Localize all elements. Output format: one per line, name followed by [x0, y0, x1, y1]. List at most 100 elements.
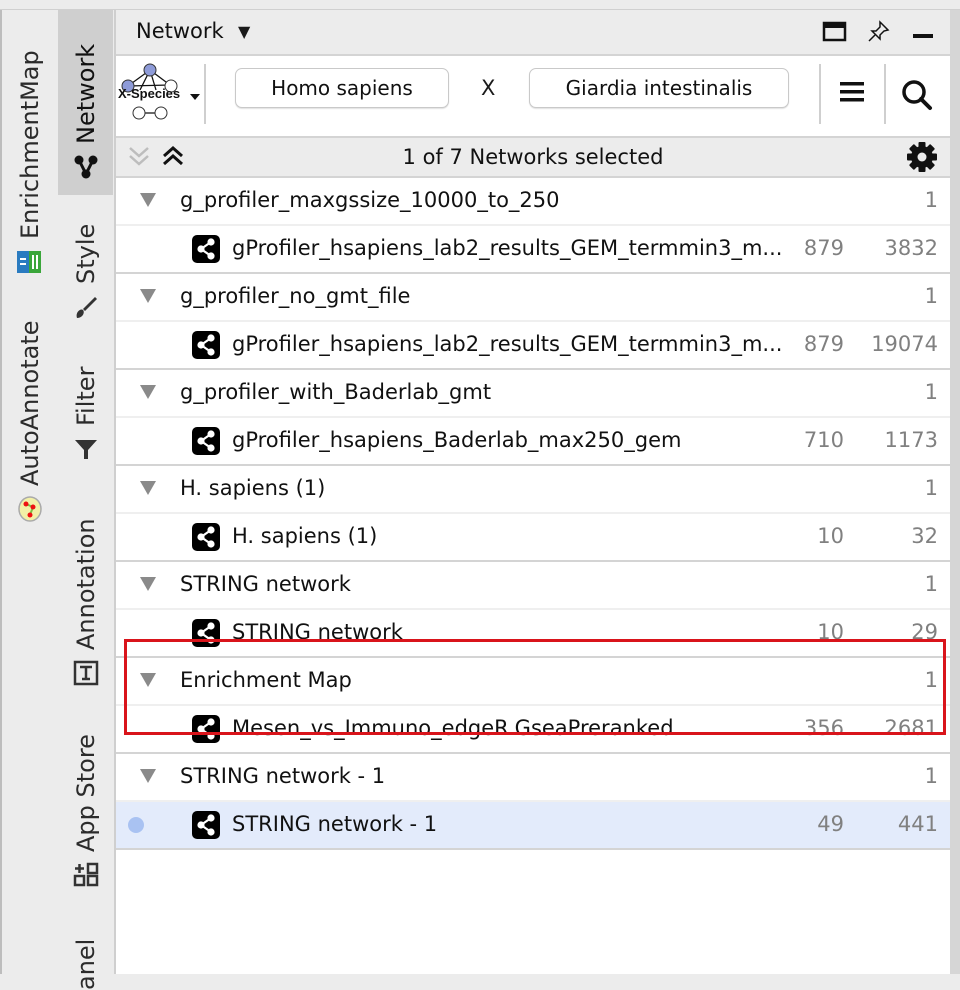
- network-name: gProfiler_hsapiens_Baderlab_max250_gem: [232, 428, 682, 452]
- hamburger-menu-icon[interactable]: [838, 80, 866, 104]
- tab-panel-partial[interactable]: anel: [72, 939, 100, 990]
- selection-bar: 1 of 7 Networks selected: [116, 138, 950, 178]
- share-network-icon: [192, 619, 220, 647]
- network-tree: g_profiler_maxgssize_10000_to_250 1 gPro…: [116, 178, 950, 850]
- network-edge-count: 1173: [884, 428, 938, 452]
- tree-network-row[interactable]: STRING network - 1 49 441: [116, 802, 950, 850]
- tab-filter[interactable]: Filter: [72, 367, 100, 462]
- group-name: STRING network - 1: [180, 764, 386, 788]
- tree-group-row[interactable]: g_profiler_with_Baderlab_gmt 1: [116, 370, 950, 418]
- group-name: Enrichment Map: [180, 668, 352, 692]
- tab-style-label: Style: [72, 223, 100, 284]
- scrollbar-track[interactable]: [950, 10, 960, 974]
- tab-style[interactable]: Style: [72, 224, 100, 320]
- expand-triangle-icon[interactable]: [140, 673, 156, 687]
- share-network-icon: [192, 811, 220, 839]
- expand-triangle-icon[interactable]: [140, 289, 156, 303]
- current-network-indicator: [128, 817, 144, 833]
- network-icon: [73, 154, 99, 180]
- share-network-icon: [192, 235, 220, 263]
- filter-icon: [73, 436, 99, 462]
- tab-panel-partial-label: anel: [72, 938, 100, 990]
- search-icon[interactable]: [900, 78, 934, 112]
- tree-network-row[interactable]: H. sapiens (1) 10 32: [116, 514, 950, 562]
- expand-triangle-icon[interactable]: [140, 769, 156, 783]
- tree-network-row[interactable]: Mesen_vs_Immuno_edgeR.GseaPreranked 356 …: [116, 706, 950, 754]
- tree-network-row[interactable]: gProfiler_hsapiens_Baderlab_max250_gem 7…: [116, 418, 950, 466]
- tab-app-store[interactable]: App Store: [72, 734, 100, 888]
- share-network-icon: [192, 331, 220, 359]
- network-edge-count: 32: [911, 524, 938, 548]
- network-node-count: 356: [803, 716, 844, 740]
- toolbar-separator: [819, 64, 821, 124]
- network-name: STRING network: [232, 620, 403, 644]
- tab-network[interactable]: Network: [72, 44, 100, 180]
- gear-icon[interactable]: [906, 141, 938, 173]
- network-name: H. sapiens (1): [232, 524, 378, 548]
- tab-autoannotate[interactable]: AutoAnnotate: [16, 320, 44, 522]
- toolbar: X-Species Homo sapiens X Giardia intesti…: [116, 56, 950, 138]
- network-edge-count: 441: [897, 812, 938, 836]
- network-edge-count: 29: [911, 620, 938, 644]
- tree-network-row[interactable]: STRING network 10 29: [116, 610, 950, 658]
- tab-enrichmentmap[interactable]: EnrichmentMap: [16, 50, 44, 275]
- enrichmentmap-icon: [17, 249, 43, 275]
- network-edge-count: 2681: [884, 716, 938, 740]
- xspecies-label: X-Species: [118, 86, 180, 101]
- group-name: g_profiler_maxgssize_10000_to_250: [180, 188, 560, 212]
- expand-triangle-icon[interactable]: [140, 385, 156, 399]
- text-annotation-icon: [73, 660, 99, 686]
- species-a-button[interactable]: Homo sapiens: [235, 68, 449, 108]
- share-network-icon: [192, 523, 220, 551]
- selection-count: 1 of 7 Networks selected: [402, 145, 664, 169]
- panel-titlebar: Network ▼: [116, 10, 950, 56]
- autoannotate-icon: [17, 496, 43, 522]
- network-edge-count: 3832: [884, 236, 938, 260]
- pin-icon[interactable]: [866, 20, 892, 44]
- group-network-count: 1: [924, 572, 938, 596]
- group-network-count: 1: [924, 284, 938, 308]
- group-name: g_profiler_with_Baderlab_gmt: [180, 380, 492, 404]
- group-network-count: 1: [924, 476, 938, 500]
- tab-enrichmentmap-label: EnrichmentMap: [16, 50, 44, 239]
- group-name: STRING network: [180, 572, 351, 596]
- network-node-count: 879: [803, 236, 844, 260]
- tab-network-label: Network: [72, 43, 100, 144]
- tree-network-row[interactable]: gProfiler_hsapiens_lab2_results_GEM_term…: [116, 322, 950, 370]
- tab-annotation[interactable]: Annotation: [72, 518, 100, 686]
- tree-group-row[interactable]: STRING network 1: [116, 562, 950, 610]
- tree-group-row[interactable]: g_profiler_maxgssize_10000_to_250 1: [116, 178, 950, 226]
- network-name: gProfiler_hsapiens_lab2_results_GEM_term…: [232, 332, 783, 356]
- brush-icon: [73, 294, 99, 320]
- tree-group-row[interactable]: g_profiler_no_gmt_file 1: [116, 274, 950, 322]
- toolbar-separator: [884, 64, 886, 124]
- tab-autoannotate-label: AutoAnnotate: [16, 320, 44, 486]
- network-name: Mesen_vs_Immuno_edgeR.GseaPreranked: [232, 716, 674, 740]
- group-name: H. sapiens (1): [180, 476, 326, 500]
- group-name: g_profiler_no_gmt_file: [180, 284, 411, 308]
- network-node-count: 10: [817, 524, 844, 548]
- expand-triangle-icon[interactable]: [140, 481, 156, 495]
- tree-group-row[interactable]: H. sapiens (1) 1: [116, 466, 950, 514]
- group-network-count: 1: [924, 668, 938, 692]
- toolbar-separator: [204, 64, 206, 124]
- float-window-icon[interactable]: [822, 20, 848, 44]
- xspecies-button[interactable]: X-Species: [118, 62, 202, 124]
- panel-title-dropdown-icon[interactable]: ▼: [238, 22, 250, 41]
- group-network-count: 1: [924, 764, 938, 788]
- tree-group-row[interactable]: Enrichment Map 1: [116, 658, 950, 706]
- panel-title[interactable]: Network: [136, 19, 224, 43]
- species-separator: X: [481, 76, 496, 100]
- species-b-button[interactable]: Giardia intestinalis: [529, 68, 789, 108]
- tree-group-row[interactable]: STRING network - 1 1: [116, 754, 950, 802]
- tree-network-row[interactable]: gProfiler_hsapiens_lab2_results_GEM_term…: [116, 226, 950, 274]
- share-network-icon: [192, 427, 220, 455]
- expand-triangle-icon[interactable]: [140, 577, 156, 591]
- group-network-count: 1: [924, 188, 938, 212]
- minimize-icon[interactable]: [910, 20, 936, 44]
- network-edge-count: 19074: [871, 332, 938, 356]
- network-name: gProfiler_hsapiens_lab2_results_GEM_term…: [232, 236, 783, 260]
- window-top-strip: [0, 0, 960, 10]
- tab-app-store-label: App Store: [72, 734, 100, 852]
- expand-triangle-icon[interactable]: [140, 193, 156, 207]
